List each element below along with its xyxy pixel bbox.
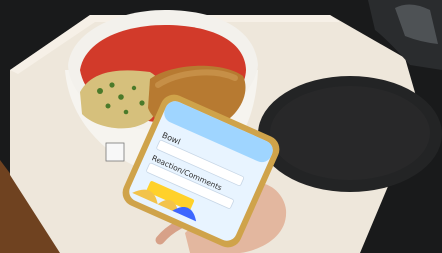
scene-svg: Bowl Reaction/Comments [0, 0, 442, 253]
herb-flake [139, 100, 145, 106]
herb-flake [109, 82, 115, 88]
herb-flake [131, 85, 137, 91]
herb-flake [105, 103, 111, 109]
qr-code-icon [105, 142, 125, 162]
photo-scene: Bowl Reaction/Comments [0, 0, 442, 253]
herb-flake [123, 109, 129, 115]
lid-inner [270, 86, 430, 180]
herb-flake [97, 88, 103, 94]
herb-flake [118, 94, 124, 100]
